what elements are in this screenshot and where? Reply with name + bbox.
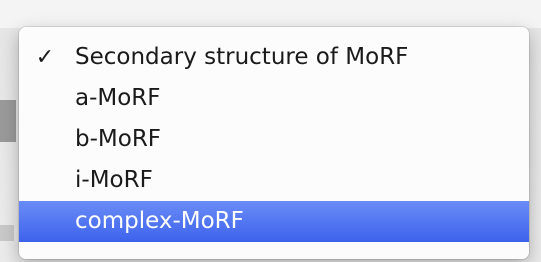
menu-item-i-morf[interactable]: i-MoRF — [19, 160, 529, 201]
menu-item-label: Secondary structure of MoRF — [75, 44, 409, 70]
menu-item-label: b-MoRF — [75, 126, 162, 152]
menu-item-label: a-MoRF — [75, 85, 161, 111]
menu-item-b-morf[interactable]: b-MoRF — [19, 119, 529, 160]
background-scrollbar — [0, 100, 16, 142]
menu-item-complex-morf[interactable]: complex-MoRF — [19, 201, 529, 242]
menu-item-secondary-structure[interactable]: ✓ Secondary structure of MoRF — [19, 37, 529, 78]
menu-item-label: complex-MoRF — [75, 208, 244, 234]
checkmark-icon: ✓ — [35, 45, 55, 70]
background-element — [0, 225, 14, 241]
menu-item-label: i-MoRF — [75, 167, 153, 193]
menu-item-a-morf[interactable]: a-MoRF — [19, 78, 529, 119]
popup-menu: ✓ Secondary structure of MoRF a-MoRF b-M… — [19, 27, 529, 259]
